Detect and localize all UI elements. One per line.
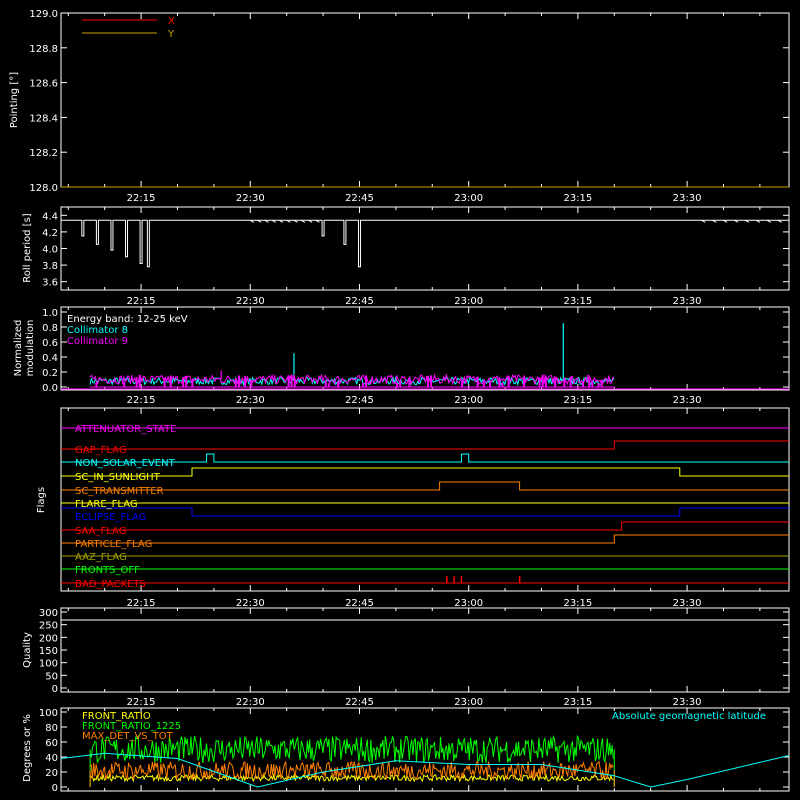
roll-ytick-label-0: 3.6 <box>42 278 58 289</box>
modulation-xtick-label-0: 22:15 <box>127 395 156 406</box>
quality-xtick-label-4: 23:15 <box>563 697 592 708</box>
quality-xtick-label-5: 23:30 <box>673 697 702 708</box>
flag-label-11: BAD_PACKETS <box>75 579 146 590</box>
modulation-ytick-label-1: 0.2 <box>42 368 58 379</box>
flags-xtick-label-5: 23:30 <box>673 598 702 609</box>
roll-ytick-label-2: 4.0 <box>42 245 58 256</box>
quality-ytick-label-1: 50 <box>45 671 58 682</box>
pointing-xtick-label-4: 23:15 <box>563 193 592 204</box>
flag-line-4 <box>61 481 789 491</box>
flag-label-8: PARTICLE_FLAG <box>75 539 152 550</box>
roll-xtick-label-2: 22:45 <box>345 296 374 307</box>
pointing-legend-label-0: X <box>168 16 175 27</box>
flag-label-2: NON_SOLAR_EVENT <box>75 458 176 469</box>
ratios-legend-label-2: MAX_DET_VS_TOT <box>82 731 174 742</box>
pointing-legend-label-1: Y <box>167 29 175 40</box>
quality-xtick-label-2: 22:45 <box>345 697 374 708</box>
ratios-ytick-label-5: 100 <box>39 708 58 719</box>
modulation-xtick-label-4: 23:15 <box>563 395 592 406</box>
modulation-ytick-label-4: 0.8 <box>42 323 58 334</box>
ratios-right-label: Absolute geomagnetic latitude <box>612 711 766 722</box>
quality-xtick-label-1: 22:30 <box>236 697 265 708</box>
flags-xtick-label-3: 23:00 <box>454 598 483 609</box>
roll-xtick-label-5: 23:30 <box>673 296 702 307</box>
roll-xtick-label-4: 23:15 <box>563 296 592 307</box>
roll-xtick-label-3: 23:00 <box>454 296 483 307</box>
quality-ytick-label-4: 200 <box>39 633 58 644</box>
flags-xtick-label-4: 23:15 <box>563 598 592 609</box>
roll-ytick-label-4: 4.4 <box>42 211 58 222</box>
quality-ylabel: Quality <box>22 632 33 668</box>
modulation-ytick-label-0: 0.0 <box>42 383 58 394</box>
ratios-ylabel: Degrees or % <box>22 714 33 782</box>
flags-ylabel: Flags <box>36 487 47 513</box>
flag-line-3 <box>61 467 789 477</box>
pointing-xtick-label-5: 23:30 <box>673 193 702 204</box>
pointing-ytick-label-0: 128.0 <box>29 183 58 194</box>
flag-label-4: SC_TRANSMITTER <box>75 486 164 497</box>
ratios-ytick-label-2: 40 <box>45 753 58 764</box>
modulation-xtick-label-2: 22:45 <box>345 395 374 406</box>
roll-ytick-label-1: 3.8 <box>42 261 58 272</box>
quality-xtick-label-3: 23:00 <box>454 697 483 708</box>
ratios-ytick-label-0: 0 <box>52 783 58 794</box>
modulation-ytick-label-5: 1.0 <box>42 308 58 319</box>
quality-ytick-label-0: 0 <box>52 684 58 695</box>
quality-ytick-label-2: 100 <box>39 659 58 670</box>
flags-xtick-label-2: 22:45 <box>345 598 374 609</box>
flags-xtick-label-0: 22:15 <box>127 598 156 609</box>
roll-xtick-label-0: 22:15 <box>127 296 156 307</box>
roll-xtick-label-1: 22:30 <box>236 296 265 307</box>
pointing-ytick-label-4: 128.8 <box>29 44 58 55</box>
modulation-ylabel-2: modulation <box>25 320 36 377</box>
pointing-ytick-label-1: 128.2 <box>29 148 58 159</box>
roll-ytick-label-3: 4.2 <box>42 228 58 239</box>
roll-ylabel: Roll period [s] <box>22 213 33 282</box>
flag-label-9: AAZ_FLAG <box>75 552 127 563</box>
pointing-ytick-label-3: 128.6 <box>29 79 58 90</box>
pointing-xtick-label-2: 22:45 <box>345 193 374 204</box>
modulation-ylabel-1: Normalized <box>13 320 24 377</box>
modulation-xtick-label-1: 22:30 <box>236 395 265 406</box>
pointing-ytick-label-2: 128.4 <box>29 113 58 124</box>
quality-ytick-label-3: 150 <box>39 646 58 657</box>
summary-plot: 128.0 128.2 128.4 128.6 128.8 129.0 22:15 22:30… <box>9 9 790 794</box>
quality-panel-frame <box>60 607 790 693</box>
modulation-legend-label-1: Collimator 8 <box>67 325 128 336</box>
pointing-xtick-label-1: 22:30 <box>236 193 265 204</box>
modulation-ytick-label-2: 0.4 <box>42 353 58 364</box>
modulation-ytick-label-3: 0.6 <box>42 338 58 349</box>
modulation-xtick-label-5: 23:30 <box>673 395 702 406</box>
pointing-xtick-label-3: 23:00 <box>454 193 483 204</box>
ratios-ytick-label-3: 60 <box>45 738 58 749</box>
flag-label-0: ATTENUATOR_STATE <box>75 424 176 435</box>
summary-plot-stage: 128.0 128.2 128.4 128.6 128.8 129.0 22:15 22:30… <box>0 0 800 800</box>
pointing-ylabel: Pointing [°] <box>9 72 20 128</box>
ratios-ytick-label-4: 80 <box>45 723 58 734</box>
flag-label-7: SAA_FLAG <box>75 526 126 537</box>
flag-line-8 <box>61 534 789 544</box>
modulation-legend-label-2: Collimator 9 <box>67 336 128 347</box>
pointing-ytick-label-5: 129.0 <box>29 9 58 20</box>
flag-label-1: GAP_FLAG <box>75 445 127 456</box>
quality-ytick-label-5: 250 <box>39 621 58 632</box>
roll-series-line <box>61 219 789 268</box>
modulation-series-1 <box>89 373 615 386</box>
flags-panel-frame <box>60 407 790 592</box>
pointing-xtick-label-0: 22:15 <box>127 193 156 204</box>
flag-line-6 <box>61 507 789 517</box>
flag-line-7 <box>61 521 789 531</box>
modulation-xtick-label-3: 23:00 <box>454 395 483 406</box>
flag-label-6: ECLIPSE_FLAG <box>75 512 146 523</box>
flag-label-10: FRONTS_OFF <box>75 565 140 576</box>
flags-xtick-label-1: 22:30 <box>236 598 265 609</box>
modulation-legend-label-0: Energy band: 12-25 keV <box>67 314 188 325</box>
ratios-ytick-label-1: 20 <box>45 768 58 779</box>
quality-xtick-label-0: 22:15 <box>127 697 156 708</box>
flag-label-3: SC_IN_SUNLIGHT <box>75 472 161 483</box>
quality-ytick-label-6: 300 <box>39 608 58 619</box>
flag-line-1 <box>61 440 789 450</box>
roll-panel-frame <box>60 206 790 291</box>
